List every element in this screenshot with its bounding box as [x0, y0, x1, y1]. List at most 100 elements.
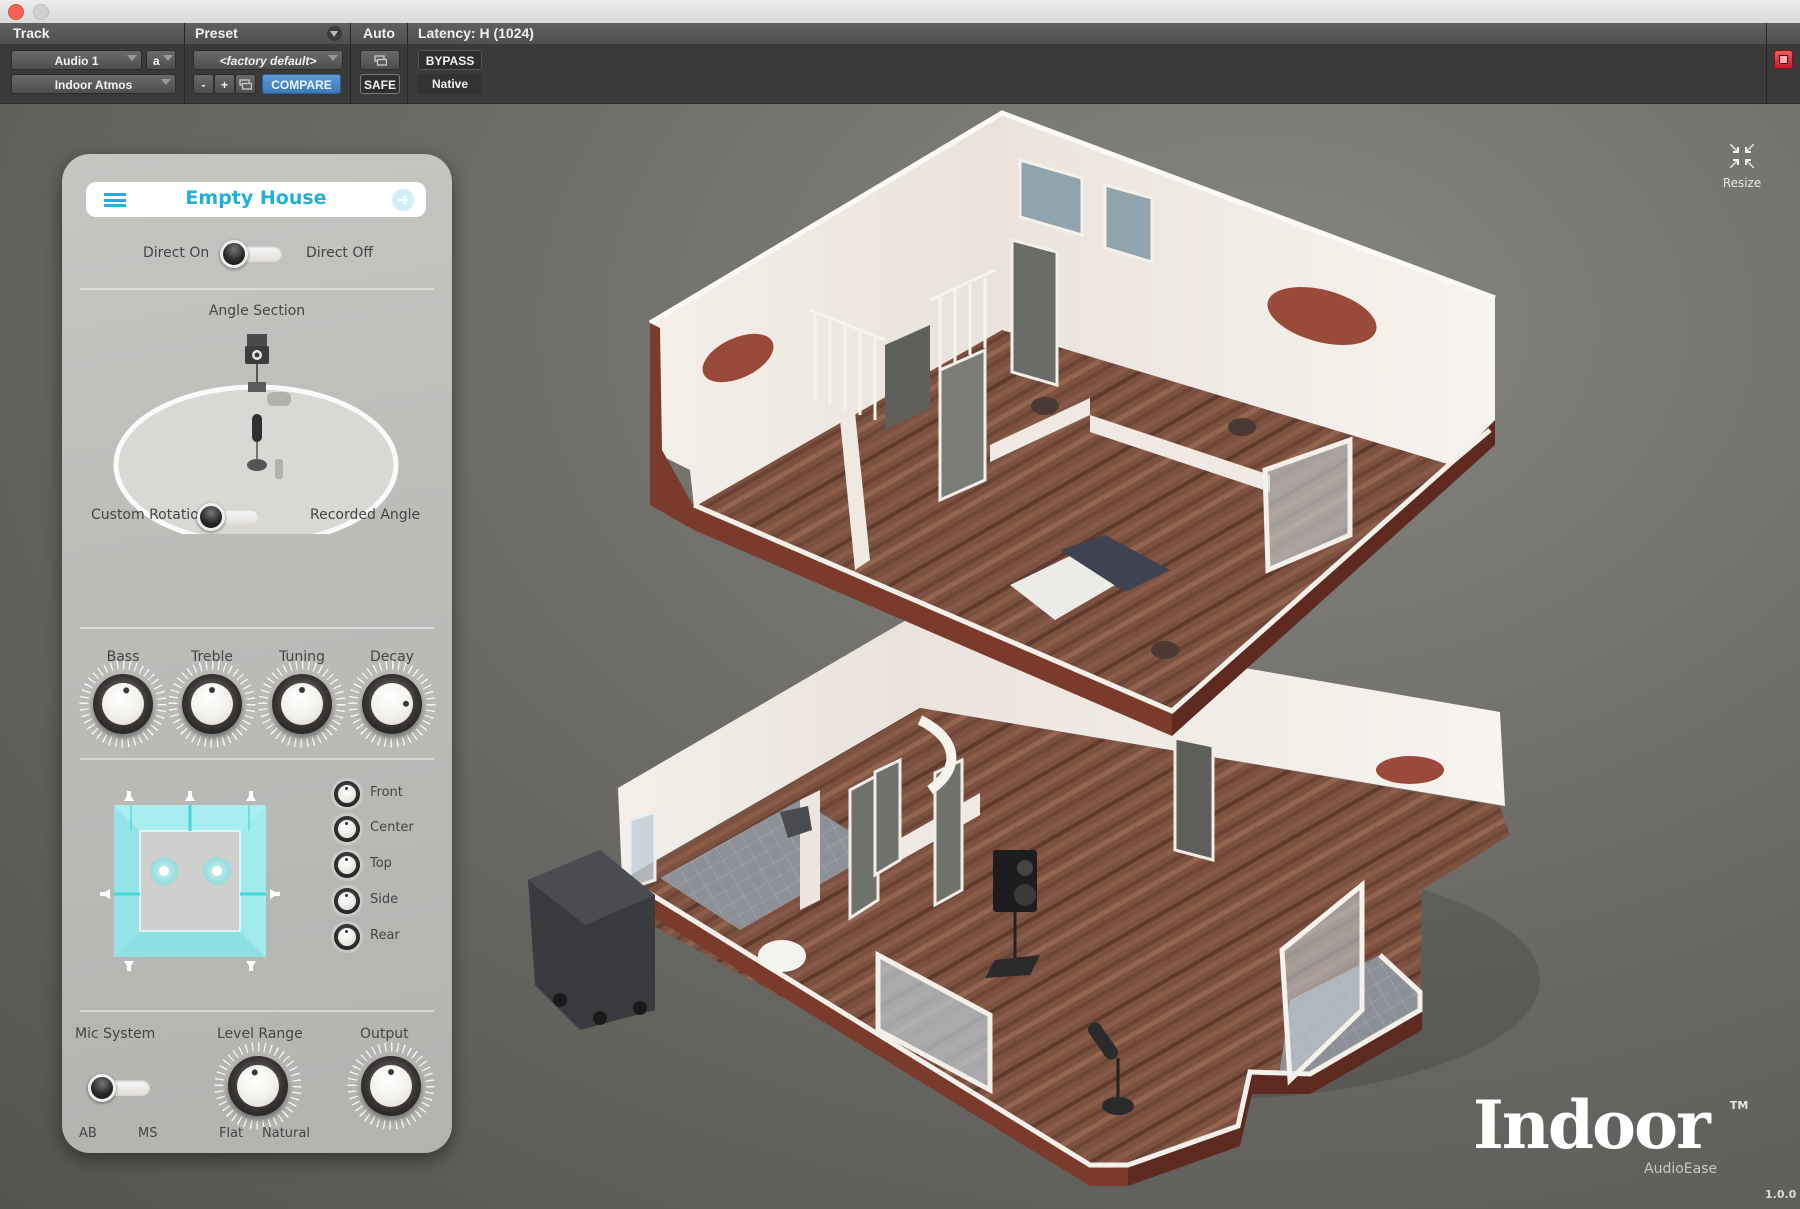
bass-knob[interactable]: [79, 660, 167, 748]
preset-menu-button[interactable]: [327, 26, 342, 41]
mic-position-dot[interactable]: [212, 866, 222, 876]
side-level-knob[interactable]: [334, 888, 360, 914]
speaker-marker-icon[interactable]: [124, 791, 134, 801]
angle-section-label: Angle Section: [208, 303, 306, 319]
auto-header: Auto: [363, 25, 395, 41]
safe-button[interactable]: SAFE: [360, 74, 400, 94]
floor-marker: [1228, 418, 1256, 436]
window-title-bar: [0, 0, 1800, 24]
channel-label-side: Side: [370, 892, 399, 907]
automation-button[interactable]: [360, 50, 400, 70]
rear-level-knob[interactable]: [334, 924, 360, 950]
mic-system-toggle[interactable]: [88, 1074, 150, 1102]
track-header: Track: [13, 25, 50, 41]
speaker-marker-icon[interactable]: [100, 889, 110, 899]
plugin-selector[interactable]: Indoor Atmos: [11, 74, 176, 94]
mic-position-dot[interactable]: [159, 866, 169, 876]
partition-wall: [1155, 178, 1170, 370]
native-label: Native: [431, 77, 469, 91]
track-selector[interactable]: Audio 1: [11, 50, 142, 70]
native-indicator: Native: [418, 74, 482, 94]
plugin-name: Indoor Atmos: [54, 78, 133, 92]
track-name: Audio 1: [54, 54, 99, 68]
chevron-down-icon: [328, 55, 338, 61]
preset-selector[interactable]: <factory default>: [193, 50, 343, 70]
channel-label-front: Front: [370, 785, 403, 800]
exposed-brick: [1376, 756, 1444, 784]
toolbar-header-row: Track Preset Auto Latency: H (1024): [0, 23, 1800, 44]
direct-off-label: Direct Off: [306, 245, 374, 261]
top-level-knob[interactable]: [334, 852, 360, 878]
chevron-down-icon: [330, 31, 338, 37]
speaker-marker-icon[interactable]: [246, 961, 256, 971]
speaker-icon[interactable]: [247, 334, 267, 348]
close-window-button[interactable]: [8, 4, 24, 20]
next-preset-button[interactable]: +: [214, 74, 235, 94]
speaker-marker-icon[interactable]: [124, 961, 134, 971]
next-room-arrow-icon[interactable]: ➜: [392, 189, 414, 211]
divider: [80, 758, 434, 760]
door: [1173, 736, 1215, 862]
track-channel: a: [153, 54, 160, 68]
hamburger-menu-icon[interactable]: [104, 193, 126, 207]
channel-label-center: Center: [370, 820, 414, 835]
center-level-knob[interactable]: [334, 816, 360, 842]
toggle-knob[interactable]: [197, 503, 225, 531]
direct-toggle[interactable]: [220, 240, 282, 268]
mic-option-ab: AB: [79, 1126, 97, 1141]
speaker-marker-icon[interactable]: [270, 889, 280, 899]
toggle-knob[interactable]: [88, 1074, 116, 1102]
divider: [80, 627, 434, 629]
power-icon: [1779, 55, 1788, 64]
floor-marker: [1151, 641, 1179, 659]
custom-rotation-label: Custom Rotation: [91, 507, 208, 523]
copy-icon: [239, 79, 253, 90]
speaker-marker-icon[interactable]: [246, 791, 256, 801]
bypass-label: BYPASS: [425, 54, 475, 68]
control-panel: Empty House ➜ Direct On Direct Off Angle…: [62, 154, 452, 1153]
plugin-power-button[interactable]: [1774, 50, 1793, 69]
compare-button[interactable]: COMPARE: [262, 74, 341, 94]
tuning-knob[interactable]: [258, 660, 346, 748]
divider: [1766, 23, 1767, 103]
level-range-max-label: Natural: [262, 1126, 310, 1141]
door: [938, 347, 987, 503]
previous-preset-button[interactable]: -: [193, 74, 214, 94]
indoor-logo: Indoor TM: [1473, 1092, 1748, 1158]
treble-knob[interactable]: [168, 660, 256, 748]
preset-name: <factory default>: [219, 54, 317, 68]
rotation-mode-toggle[interactable]: [197, 503, 259, 531]
toggle-knob[interactable]: [220, 240, 248, 268]
level-range-min-label: Flat: [219, 1126, 244, 1141]
output-knob[interactable]: [347, 1042, 435, 1130]
divider: [407, 23, 408, 103]
brand-name: Indoor: [1473, 1086, 1711, 1164]
compare-label: COMPARE: [271, 78, 332, 92]
decay-knob[interactable]: [348, 660, 436, 748]
upper-floor: [648, 110, 1496, 736]
automation-icon: [373, 55, 387, 66]
window: [628, 809, 657, 891]
bypass-button[interactable]: BYPASS: [418, 50, 482, 70]
microphone-icon[interactable]: [252, 414, 262, 442]
door: [873, 757, 902, 878]
level-range-label: Level Range: [217, 1026, 303, 1042]
latency-readout: Latency: H (1024): [418, 25, 534, 41]
front-level-knob[interactable]: [334, 781, 360, 807]
track-channel-selector[interactable]: a: [146, 50, 176, 70]
trademark: TM: [1729, 1099, 1749, 1112]
version-label: 1.0.0: [1765, 1188, 1797, 1201]
minus-label: -: [201, 78, 206, 92]
speaker-marker-icon[interactable]: [185, 791, 195, 801]
speaker-placement-field[interactable]: [100, 791, 280, 971]
room-preset-title: Empty House: [185, 187, 327, 209]
angle-section-view[interactable]: [102, 324, 402, 534]
room-preset-bar[interactable]: Empty House ➜: [86, 182, 426, 217]
level-range-knob[interactable]: [214, 1042, 302, 1130]
door: [1010, 238, 1059, 387]
copy-settings-button[interactable]: [235, 74, 256, 94]
minimize-window-button[interactable]: [33, 4, 49, 20]
chevron-down-icon: [161, 79, 171, 85]
preset-header: Preset: [195, 25, 238, 41]
channel-label-top: Top: [370, 856, 392, 871]
